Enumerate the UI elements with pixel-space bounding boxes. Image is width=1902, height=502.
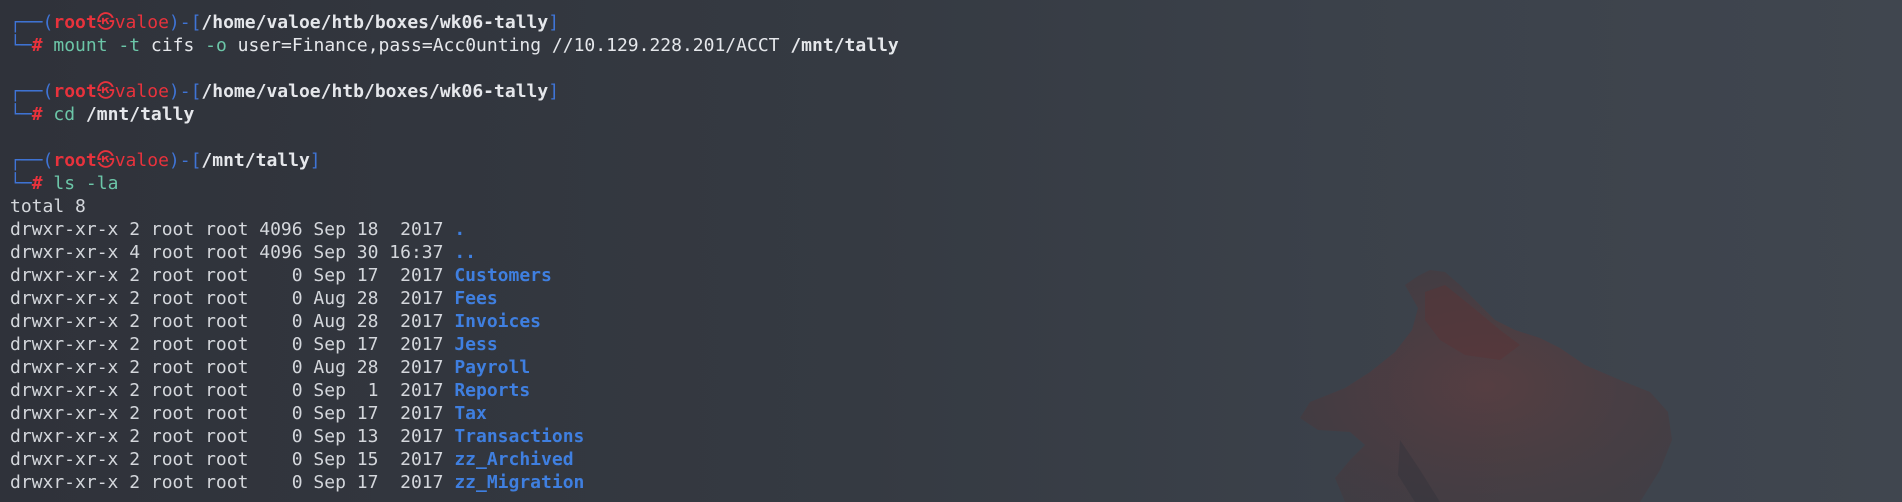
ls-row-dirname: . xyxy=(454,219,466,240)
ls-row-meta: drwxr-xr-x 2 root root 0 Sep 15 2017 xyxy=(10,449,455,470)
command-argument: -o xyxy=(205,35,227,56)
command-name: mount xyxy=(53,35,108,56)
ls-row: drwxr-xr-x 2 root root 4096 Sep 18 2017 … xyxy=(10,218,1902,241)
prompt-hash: # xyxy=(31,35,43,56)
command-argument xyxy=(75,173,86,194)
ls-row-dirname: Customers xyxy=(454,265,552,286)
ls-row-meta: drwxr-xr-x 2 root root 0 Sep 17 2017 xyxy=(10,472,455,493)
ls-row-dirname: Fees xyxy=(454,288,498,309)
command-argument: /mnt/tally xyxy=(790,35,899,56)
command-name: cd xyxy=(53,104,76,125)
ls-row: drwxr-xr-x 2 root root 0 Sep 15 2017 zz_… xyxy=(10,448,1902,471)
ls-row-dirname: .. xyxy=(454,242,477,263)
prompt-frame-left: ┌──( xyxy=(10,12,54,33)
prompt-at-icon: ㉿ xyxy=(96,12,115,33)
command-line: └─# cd /mnt/tally xyxy=(10,103,1902,126)
prompt-at-icon: ㉿ xyxy=(96,81,115,102)
ls-row-meta: drwxr-xr-x 2 root root 0 Aug 28 2017 xyxy=(10,311,455,332)
ls-row: drwxr-xr-x 2 root root 0 Sep 13 2017 Tra… xyxy=(10,425,1902,448)
prompt-frame-close: ] xyxy=(548,81,560,102)
command-line: └─# mount -t cifs -o user=Finance,pass=A… xyxy=(10,34,1902,57)
prompt-frame-sep: )-[ xyxy=(168,81,202,102)
command-argument xyxy=(75,104,86,125)
prompt-frame-bottom: └─ xyxy=(10,35,32,56)
ls-total-line: total 8 xyxy=(10,196,86,217)
ls-row: drwxr-xr-x 2 root root 0 Aug 28 2017 Fee… xyxy=(10,287,1902,310)
prompt-frame-left: ┌──( xyxy=(10,150,54,171)
ls-row-meta: drwxr-xr-x 2 root root 0 Sep 13 2017 xyxy=(10,426,455,447)
ls-row: drwxr-xr-x 2 root root 0 Sep 17 2017 zz_… xyxy=(10,471,1902,494)
prompt-user: root xyxy=(53,12,97,33)
prompt-path: /mnt/tally xyxy=(201,150,310,171)
ls-row: drwxr-xr-x 2 root root 0 Sep 17 2017 Tax xyxy=(10,402,1902,425)
prompt-path: /home/valoe/htb/boxes/wk06-tally xyxy=(201,81,549,102)
command-argument: -la xyxy=(85,173,119,194)
prompt-path: /home/valoe/htb/boxes/wk06-tally xyxy=(201,12,549,33)
prompt-host: valoe xyxy=(114,150,169,171)
ls-row-dirname: zz_Migration xyxy=(454,472,585,493)
prompt-frame-close: ] xyxy=(309,150,321,171)
ls-row: drwxr-xr-x 2 root root 0 Aug 28 2017 Pay… xyxy=(10,356,1902,379)
command-argument: cifs xyxy=(140,35,206,56)
prompt-frame-bottom: └─ xyxy=(10,104,32,125)
command-line: └─# ls -la xyxy=(10,172,1902,195)
ls-row-meta: drwxr-xr-x 2 root root 0 Sep 1 2017 xyxy=(10,380,455,401)
ls-row-dirname: Reports xyxy=(454,380,531,401)
command-name: ls xyxy=(53,173,76,194)
ls-row-meta: drwxr-xr-x 2 root root 0 Aug 28 2017 xyxy=(10,357,455,378)
prompt-frame-sep: )-[ xyxy=(168,12,202,33)
ls-row-dirname: Tax xyxy=(454,403,487,424)
ls-row: drwxr-xr-x 2 root root 0 Sep 17 2017 Cus… xyxy=(10,264,1902,287)
ls-row-meta: drwxr-xr-x 2 root root 0 Sep 17 2017 xyxy=(10,334,455,355)
prompt-host: valoe xyxy=(114,81,169,102)
prompt-frame-sep: )-[ xyxy=(168,150,202,171)
terminal-output[interactable]: ┌──(root㉿valoe)-[/home/valoe/htb/boxes/w… xyxy=(10,11,1902,494)
prompt-header-line: ┌──(root㉿valoe)-[/home/valoe/htb/boxes/w… xyxy=(10,11,1902,34)
ls-row-dirname: Payroll xyxy=(454,357,531,378)
command-argument xyxy=(108,35,119,56)
ls-row-dirname: zz_Archived xyxy=(454,449,574,470)
prompt-header-line: ┌──(root㉿valoe)-[/home/valoe/htb/boxes/w… xyxy=(10,80,1902,103)
ls-row: drwxr-xr-x 2 root root 0 Sep 17 2017 Jes… xyxy=(10,333,1902,356)
ls-row-dirname: Transactions xyxy=(454,426,585,447)
command-argument: -t xyxy=(118,35,141,56)
prompt-hash: # xyxy=(31,173,43,194)
prompt-user: root xyxy=(53,150,97,171)
ls-row-meta: drwxr-xr-x 2 root root 0 Sep 17 2017 xyxy=(10,265,455,286)
prompt-host: valoe xyxy=(114,12,169,33)
prompt-frame-left: ┌──( xyxy=(10,81,54,102)
ls-row: drwxr-xr-x 2 root root 0 Sep 1 2017 Repo… xyxy=(10,379,1902,402)
ls-row: drwxr-xr-x 2 root root 0 Aug 28 2017 Inv… xyxy=(10,310,1902,333)
ls-row-meta: drwxr-xr-x 4 root root 4096 Sep 30 16:37 xyxy=(10,242,455,263)
command-argument: user=Finance,pass=Acc0unting //10.129.22… xyxy=(226,35,791,56)
ls-row-dirname: Jess xyxy=(454,334,498,355)
prompt-at-icon: ㉿ xyxy=(96,150,115,171)
prompt-header-line: ┌──(root㉿valoe)-[/mnt/tally] xyxy=(10,149,1902,172)
ls-row-meta: drwxr-xr-x 2 root root 4096 Sep 18 2017 xyxy=(10,219,455,240)
ls-row-dirname: Invoices xyxy=(454,311,542,332)
ls-row-meta: drwxr-xr-x 2 root root 0 Aug 28 2017 xyxy=(10,288,455,309)
command-argument: /mnt/tally xyxy=(85,104,195,125)
prompt-user: root xyxy=(53,81,97,102)
prompt-hash: # xyxy=(31,104,43,125)
ls-row: drwxr-xr-x 4 root root 4096 Sep 30 16:37… xyxy=(10,241,1902,264)
prompt-frame-bottom: └─ xyxy=(10,173,32,194)
prompt-frame-close: ] xyxy=(548,12,560,33)
ls-row-meta: drwxr-xr-x 2 root root 0 Sep 17 2017 xyxy=(10,403,455,424)
